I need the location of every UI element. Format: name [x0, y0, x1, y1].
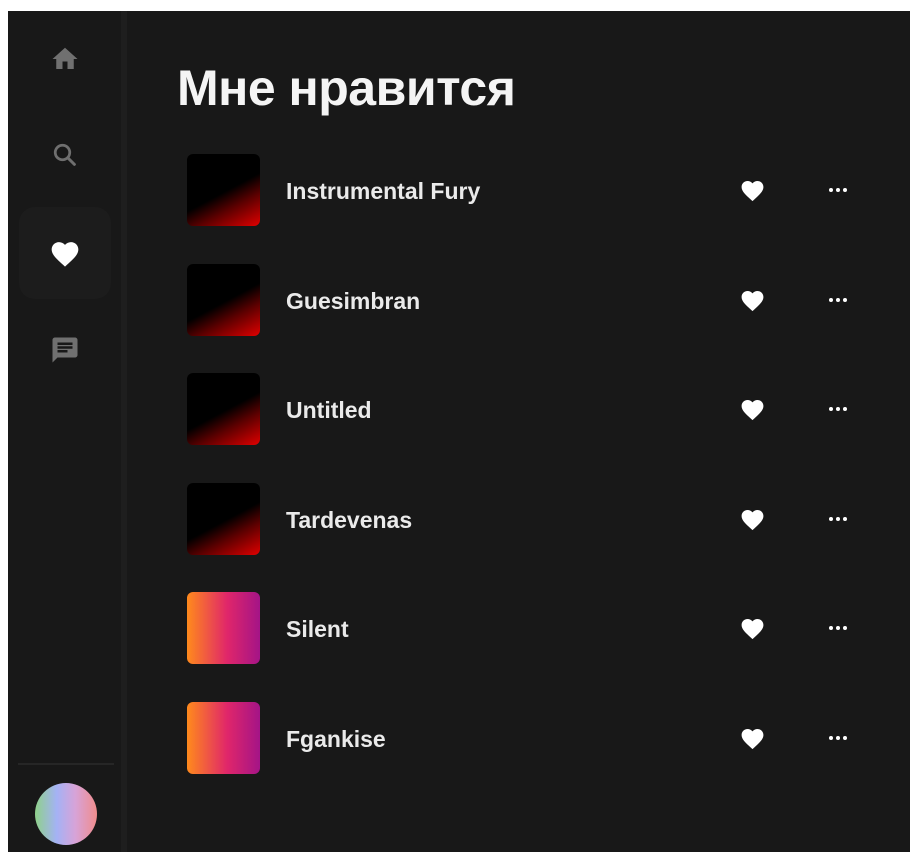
more-horizontal-icon	[829, 188, 847, 192]
sidebar-item-liked[interactable]	[19, 207, 111, 299]
track-row[interactable]: Guesimbran	[127, 260, 910, 370]
more-horizontal-icon	[829, 407, 847, 411]
track-row[interactable]: Tardevenas	[127, 479, 910, 589]
like-button[interactable]	[737, 286, 767, 314]
chat-icon	[52, 337, 78, 363]
track-cover	[187, 263, 260, 336]
like-button[interactable]	[737, 395, 767, 423]
heart-icon	[741, 181, 763, 202]
track-row[interactable]: Untitled	[127, 369, 910, 479]
more-horizontal-icon	[829, 297, 847, 302]
more-horizontal-icon	[829, 626, 847, 630]
heart-icon	[741, 400, 763, 421]
track-cover	[187, 154, 260, 226]
track-title: Untitled	[286, 397, 372, 423]
heart-icon	[51, 242, 79, 267]
more-options-button[interactable]	[823, 395, 853, 423]
heart-icon	[741, 728, 763, 749]
sidebar-divider	[18, 763, 114, 765]
track-row[interactable]: Fgankise	[127, 698, 910, 808]
heart-icon	[741, 290, 763, 311]
avatar[interactable]	[35, 783, 97, 845]
more-horizontal-icon	[829, 516, 847, 521]
track-row[interactable]: Instrumental Fury	[127, 150, 910, 260]
track-cover	[187, 373, 260, 445]
page-title: Мне нравится	[177, 60, 516, 116]
more-options-button[interactable]	[823, 614, 853, 642]
more-options-button[interactable]	[823, 724, 853, 752]
track-title: Tardevenas	[286, 506, 413, 533]
sidebar	[8, 11, 121, 852]
more-options-button[interactable]	[823, 286, 853, 314]
sidebar-item-search[interactable]	[19, 109, 111, 201]
app-window: Мне нравится Instrumental Fury Guesimbra…	[8, 11, 910, 852]
track-title: Silent	[286, 616, 349, 642]
like-button[interactable]	[737, 505, 767, 533]
track-cover	[187, 701, 260, 774]
heart-icon	[741, 619, 763, 640]
more-options-button[interactable]	[823, 176, 853, 204]
track-list: Instrumental Fury Guesimbran Untitled Ta…	[127, 150, 910, 807]
track-cover	[187, 592, 260, 664]
more-options-button[interactable]	[823, 505, 853, 533]
track-title: Instrumental Fury	[286, 178, 481, 204]
track-row[interactable]: Silent	[127, 588, 910, 698]
home-icon	[52, 47, 78, 69]
sidebar-item-home[interactable]	[19, 13, 111, 105]
track-title: Guesimbran	[286, 287, 421, 314]
like-button[interactable]	[737, 176, 767, 204]
more-horizontal-icon	[829, 735, 847, 740]
like-button[interactable]	[737, 724, 767, 752]
like-button[interactable]	[737, 614, 767, 642]
heart-icon	[741, 509, 763, 530]
search-icon	[53, 143, 76, 166]
main-content: Мне нравится Instrumental Fury Guesimbra…	[127, 11, 910, 852]
track-cover	[187, 482, 260, 555]
sidebar-item-messages[interactable]	[19, 304, 111, 396]
track-title: Fgankise	[286, 725, 386, 752]
